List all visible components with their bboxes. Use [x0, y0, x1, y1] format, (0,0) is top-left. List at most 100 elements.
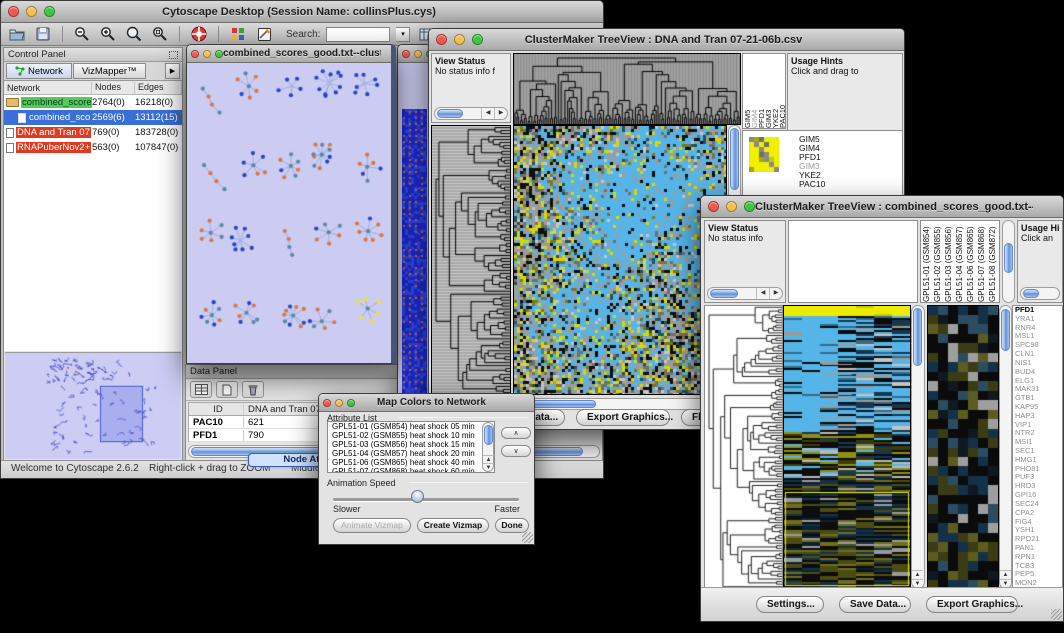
tab-overflow-button[interactable]: ▶: [165, 63, 180, 79]
usage-hints-title: Usage Hints: [791, 56, 843, 66]
attribute-item[interactable]: GPL51-01 (GSM854) heat shock 05 min: [330, 422, 494, 431]
annotation-note-icon[interactable]: [254, 25, 274, 43]
delete-attribute-icon[interactable]: [242, 381, 264, 398]
dialog-title: Map Colors to Network: [355, 397, 508, 408]
network-list-header: Network Nodes Edges: [4, 82, 182, 95]
tab-network[interactable]: Network: [6, 63, 72, 79]
minimize-button[interactable]: [203, 50, 211, 58]
attribute-list-scrollbar[interactable]: ▲▼: [482, 422, 494, 472]
column-tree-area[interactable]: [788, 220, 918, 303]
birdseye-view[interactable]: [5, 352, 181, 459]
export-graphics-button[interactable]: Export Graphics...: [926, 596, 1018, 613]
col-nodes: Nodes: [92, 82, 135, 94]
settings-button[interactable]: Settings...: [756, 596, 824, 613]
minimize-button[interactable]: [726, 201, 737, 212]
done-button[interactable]: Done: [495, 518, 529, 533]
zoom-selected-icon[interactable]: [150, 25, 170, 43]
summary-gene-label[interactable]: PAC10: [799, 180, 825, 189]
control-panel: Control Panel Network VizMapper™ ▶ Netwo…: [3, 47, 183, 461]
close-button[interactable]: [708, 201, 719, 212]
network-icon: [15, 66, 25, 76]
close-button[interactable]: [436, 34, 447, 45]
close-button[interactable]: [191, 50, 199, 58]
attribute-item[interactable]: GPL51-07 (GSM868) heat shock 60 min: [330, 467, 494, 473]
zoom-button[interactable]: [472, 34, 483, 45]
window-controls: [323, 399, 355, 407]
resize-grip[interactable]: [522, 532, 533, 543]
attribute-item[interactable]: GPL51-02 (GSM855) heat shock 10 min: [330, 431, 494, 440]
heatmap-vscrollbar[interactable]: ▲▼: [911, 305, 925, 589]
column-area-vscrollbar[interactable]: [1002, 220, 1015, 303]
minimize-button[interactable]: [26, 6, 37, 17]
minimize-button[interactable]: [414, 50, 422, 58]
search-input[interactable]: [326, 27, 390, 42]
usage-hints-scrollbar[interactable]: [1020, 287, 1060, 300]
document-icon: [18, 113, 26, 123]
animation-speed-slider[interactable]: [333, 498, 519, 501]
save-button[interactable]: [33, 25, 53, 43]
zoom-button[interactable]: [215, 50, 223, 58]
network-row-selected[interactable]: combined_sco 2569(6) 13112(15): [4, 110, 182, 125]
dna-heatmap[interactable]: [513, 125, 727, 395]
row-dendrogram[interactable]: [431, 125, 511, 395]
zoom-in-icon[interactable]: [98, 25, 118, 43]
slower-label: Slower: [333, 504, 361, 514]
float-panel-icon[interactable]: [169, 51, 178, 59]
move-up-button[interactable]: ∧: [501, 427, 531, 439]
minimize-button[interactable]: [454, 34, 465, 45]
network-row-combined-scores[interactable]: combined_scores 2764(0) 16218(0): [4, 95, 182, 110]
network-row-dna-tran[interactable]: DNA and Tran 07 769(0) 183728(0): [4, 125, 182, 140]
summary-mini-heatmap[interactable]: [749, 137, 779, 172]
dense-network-canvas[interactable]: [402, 109, 427, 417]
save-data-button[interactable]: Save Data...: [839, 596, 911, 613]
resize-grip[interactable]: [1051, 609, 1062, 620]
create-vizmap-button[interactable]: Create Vizmap: [417, 518, 489, 533]
view-status-scrollbar[interactable]: ◀▶: [707, 287, 783, 300]
usage-hints-text: Click and drag to: [791, 66, 859, 76]
close-button[interactable]: [323, 399, 331, 407]
select-attributes-icon[interactable]: [190, 381, 212, 398]
gene-list-scrollbar[interactable]: ▲▼: [999, 305, 1012, 589]
zoom-fit-icon[interactable]: [124, 25, 144, 43]
row-dendrogram[interactable]: [704, 305, 783, 589]
move-down-button[interactable]: ∨: [501, 445, 531, 457]
column-label: GPL51-08 (GSM872): [988, 221, 999, 302]
column-dendrogram[interactable]: [513, 53, 741, 125]
close-button[interactable]: [8, 6, 19, 17]
new-attribute-icon[interactable]: [216, 381, 238, 398]
network-canvas[interactable]: [187, 63, 389, 363]
animate-vizmap-button[interactable]: Animate Vizmap: [333, 518, 411, 533]
tab-network-label: Network: [28, 66, 63, 77]
window-controls: [708, 201, 755, 212]
toolbar-separator: [62, 26, 63, 42]
zoom-out-icon[interactable]: [72, 25, 92, 43]
search-dropdown-arrow[interactable]: ▾: [396, 27, 410, 42]
control-panel-title: Control Panel: [8, 49, 66, 60]
minimize-button[interactable]: [335, 399, 343, 407]
slider-thumb[interactable]: [411, 490, 424, 503]
attribute-item[interactable]: GPL51-03 (GSM856) heat shock 15 min: [330, 440, 494, 449]
attribute-item[interactable]: GPL51-04 (GSM857) heat shock 20 min: [330, 449, 494, 458]
view-status-scrollbar[interactable]: ◀▶: [434, 107, 508, 120]
column-label: YKE2: [771, 54, 778, 128]
close-button[interactable]: [402, 50, 410, 58]
usage-hints-panel: Usage Hi Click an: [1017, 220, 1063, 303]
open-file-button[interactable]: [7, 25, 27, 43]
attribute-item[interactable]: GPL51-06 (GSM865) heat shock 40 min: [330, 458, 494, 467]
network-list: Network Nodes Edges combined_scores 2764…: [4, 82, 182, 351]
export-graphics-button[interactable]: Export Graphics...: [576, 409, 670, 426]
background-network-window: [397, 44, 431, 421]
tab-vizmapper[interactable]: VizMapper™: [73, 63, 146, 79]
network-row-rnapuber[interactable]: RNAPuberNov2+ 563(0) 107847(0): [4, 140, 182, 155]
treeview-combined-window: ClusterMaker TreeView : combined_scores_…: [700, 195, 1064, 622]
zoom-button[interactable]: [744, 201, 755, 212]
combined-heatmap[interactable]: [783, 305, 911, 591]
zoom-button[interactable]: [347, 399, 355, 407]
zoom-button[interactable]: [44, 6, 55, 17]
faster-label: Faster: [494, 504, 520, 514]
network-name: combined_scores: [21, 97, 92, 108]
zoom-pixel-view[interactable]: [927, 305, 999, 591]
window-controls: [8, 6, 55, 17]
vizmapper-palette-icon[interactable]: [228, 25, 248, 43]
help-lifering-icon[interactable]: [189, 25, 209, 43]
